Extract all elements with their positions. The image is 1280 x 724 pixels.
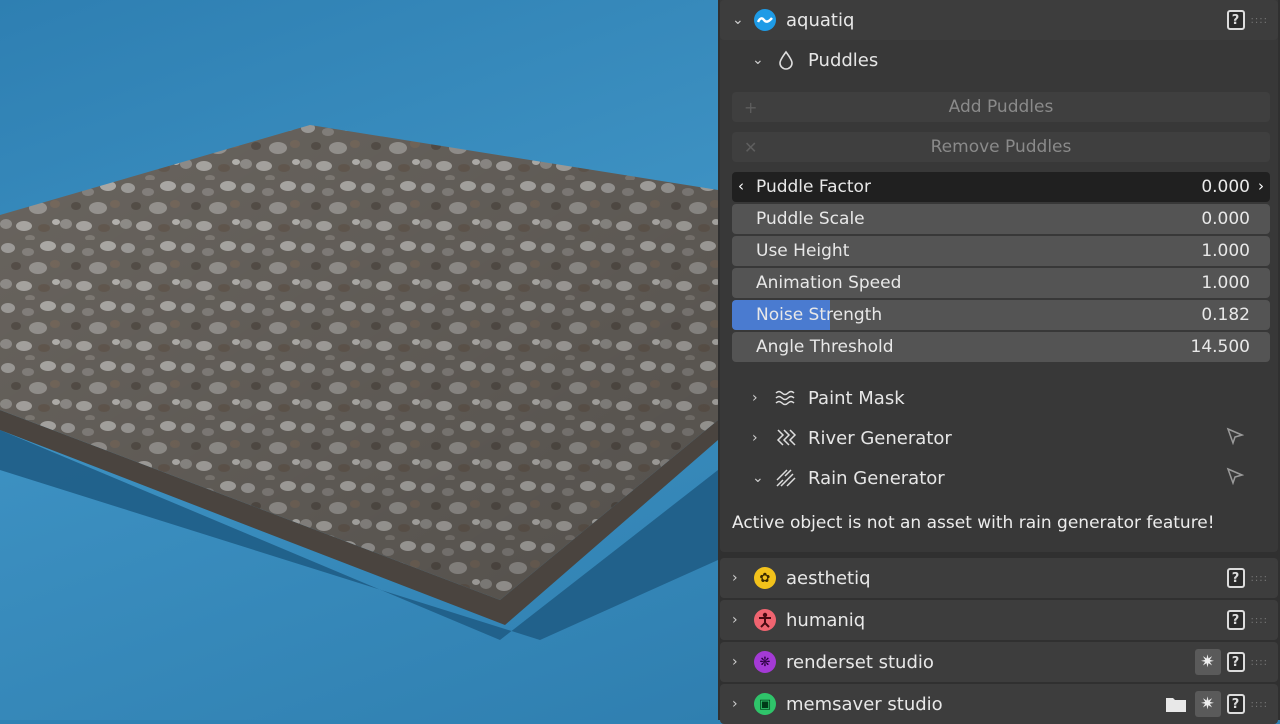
3d-viewport[interactable] <box>0 0 718 720</box>
field-value: 0.182 <box>1201 305 1250 325</box>
help-icon[interactable]: ? <box>1226 694 1245 714</box>
animation-speed-field[interactable]: Animation Speed 1.000 <box>732 268 1270 298</box>
field-label: Noise Strength <box>756 305 883 325</box>
chevron-right-icon: › <box>732 654 738 670</box>
field-value: 1.000 <box>1201 241 1250 261</box>
chevron-right-icon: › <box>732 612 738 628</box>
humaniq-header[interactable]: › humaniq ? :::: <box>720 600 1278 640</box>
aesthetiq-header[interactable]: › ✿ aesthetiq ? :::: <box>720 558 1278 598</box>
folder-icon[interactable] <box>1163 691 1189 717</box>
select-cursor-icon[interactable] <box>1226 467 1245 490</box>
puddles-subpanel-header[interactable]: ⌄ Puddles <box>720 42 1278 78</box>
humaniq-title: humaniq <box>786 609 866 631</box>
aquatiq-header[interactable]: ⌄ aquatiq ? :::: <box>720 0 1278 40</box>
renderset-logo-icon: ❋ <box>754 651 776 673</box>
drag-grip-icon[interactable]: :::: <box>1251 573 1268 584</box>
field-label: Angle Threshold <box>756 337 894 357</box>
rain-generator-subpanel-header[interactable]: ⌄ Rain Generator <box>720 460 1278 496</box>
x-icon: ✕ <box>744 137 758 157</box>
help-icon[interactable]: ? <box>1226 652 1245 672</box>
field-value: 1.000 <box>1201 273 1250 293</box>
remove-puddles-button[interactable]: ✕ Remove Puddles <box>732 132 1270 162</box>
help-icon[interactable]: ? <box>1226 10 1245 30</box>
field-label: Animation Speed <box>756 273 902 293</box>
terrain-scene <box>0 125 718 640</box>
droplet-icon <box>774 50 798 70</box>
rain-generator-message: Active object is not an asset with rain … <box>732 513 1215 533</box>
field-value: 0.000 <box>1201 209 1250 229</box>
gear-icon[interactable]: ✷ <box>1194 649 1221 675</box>
chevron-down-icon: ⌄ <box>752 470 764 486</box>
river-generator-subpanel-header[interactable]: › River Generator <box>720 420 1278 456</box>
select-cursor-icon[interactable] <box>1226 427 1245 450</box>
addon-sidebar: ⌄ aquatiq ? :::: ⌄ Puddles + Add Puddles… <box>718 0 1280 724</box>
renderset-studio-header[interactable]: › ❋ renderset studio ✷ ? :::: <box>720 642 1278 682</box>
drag-grip-icon[interactable]: :::: <box>1251 615 1268 626</box>
river-generator-title: River Generator <box>808 427 952 449</box>
paint-mask-title: Paint Mask <box>808 387 905 409</box>
chevron-right-icon: › <box>732 570 738 586</box>
field-label: Puddle Scale <box>756 209 865 229</box>
memsaver-logo-icon: ▣ <box>754 693 776 715</box>
river-icon <box>774 428 798 448</box>
help-icon[interactable]: ? <box>1226 568 1245 588</box>
rain-icon <box>774 468 798 488</box>
remove-puddles-label: Remove Puddles <box>930 137 1072 157</box>
add-puddles-label: Add Puddles <box>948 97 1054 117</box>
field-label: Puddle Factor <box>756 177 871 197</box>
chevron-right-icon: › <box>732 696 738 712</box>
field-value: 14.500 <box>1190 337 1250 357</box>
use-height-field[interactable]: Use Height 1.000 <box>732 236 1270 266</box>
field-value: 0.000 <box>1201 177 1250 197</box>
puddle-factor-field[interactable]: ‹ Puddle Factor 0.000 › <box>732 172 1270 202</box>
aesthetiq-logo-icon: ✿ <box>754 567 776 589</box>
angle-threshold-field[interactable]: Angle Threshold 14.500 <box>732 332 1270 362</box>
memsaver-studio-title: memsaver studio <box>786 693 943 715</box>
memsaver-studio-header[interactable]: › ▣ memsaver studio ✷ ? :::: <box>720 684 1278 724</box>
chevron-right-icon: › <box>752 430 758 446</box>
humaniq-logo-icon <box>754 609 776 631</box>
renderset-studio-title: renderset studio <box>786 651 934 673</box>
increment-arrow-icon[interactable]: › <box>1258 177 1264 195</box>
aquatiq-panel: ⌄ aquatiq ? :::: ⌄ Puddles + Add Puddles… <box>720 0 1278 552</box>
puddles-title: Puddles <box>808 49 879 71</box>
noise-strength-slider[interactable]: Noise Strength 0.182 <box>732 300 1270 330</box>
drag-grip-icon[interactable]: :::: <box>1251 657 1268 668</box>
chevron-right-icon: › <box>752 390 758 406</box>
plus-icon: + <box>744 97 758 117</box>
drag-grip-icon[interactable]: :::: <box>1251 15 1268 26</box>
drag-grip-icon[interactable]: :::: <box>1251 699 1268 710</box>
paint-mask-subpanel-header[interactable]: › Paint Mask <box>720 380 1278 416</box>
puddle-scale-field[interactable]: Puddle Scale 0.000 <box>732 204 1270 234</box>
aesthetiq-title: aesthetiq <box>786 567 871 589</box>
aquatiq-title: aquatiq <box>786 9 855 31</box>
help-icon[interactable]: ? <box>1226 610 1245 630</box>
field-label: Use Height <box>756 241 850 261</box>
chevron-down-icon: ⌄ <box>752 52 764 68</box>
aquatiq-logo-icon <box>754 9 776 31</box>
chevron-down-icon: ⌄ <box>732 12 744 28</box>
decrement-arrow-icon[interactable]: ‹ <box>738 177 744 195</box>
gear-icon[interactable]: ✷ <box>1194 691 1221 717</box>
waves-icon <box>774 389 798 407</box>
add-puddles-button[interactable]: + Add Puddles <box>732 92 1270 122</box>
rain-generator-title: Rain Generator <box>808 467 945 489</box>
